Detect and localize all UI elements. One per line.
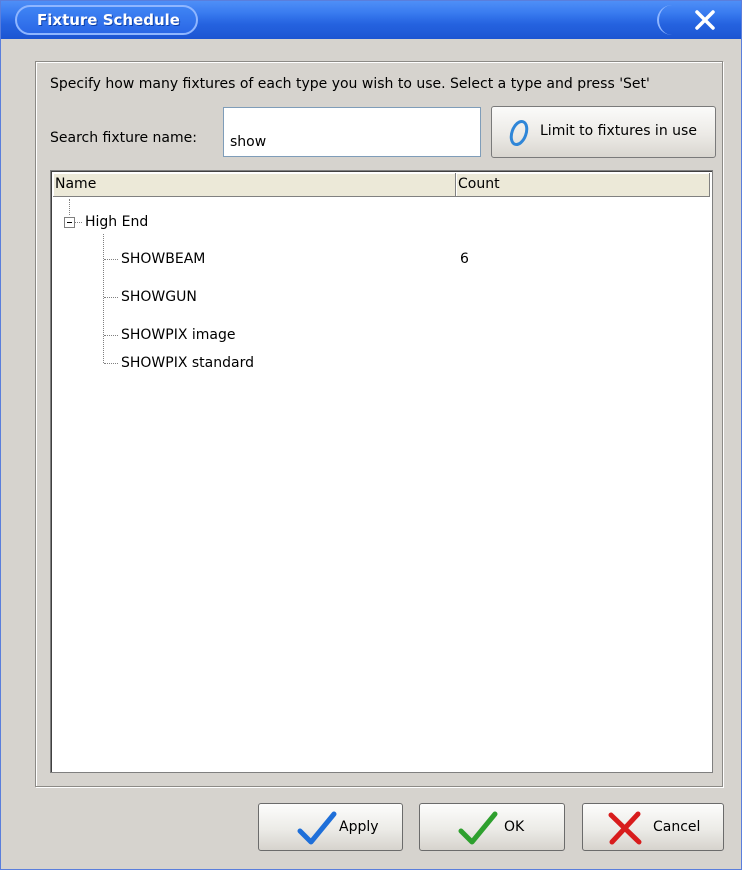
column-header-count[interactable]: Count [456,173,710,197]
instructions-text: Specify how many fixtures of each type y… [50,76,650,92]
cancel-label: Cancel [653,819,701,835]
tree-connector [75,222,82,223]
tree-body: High End SHOWBEAM 6 SHOWGUN SHOWPIX imag… [53,197,710,772]
tree-item[interactable]: SHOWBEAM 6 [53,247,710,271]
cross-icon [608,811,642,845]
close-icon[interactable] [693,8,717,32]
column-header-name[interactable]: Name [53,173,456,197]
fixture-tree[interactable]: Name Count High End SHOWBEAM 6 SHOWGUN S… [50,170,713,773]
tree-item-name: SHOWPIX standard [121,355,254,371]
ok-label: OK [504,819,525,835]
search-input[interactable] [223,107,481,157]
oval-icon [509,119,529,147]
tree-group-high-end[interactable]: High End [85,210,148,234]
fixture-schedule-window: Fixture Schedule Specify how many fixtur… [0,0,742,870]
apply-label: Apply [339,819,379,835]
apply-button[interactable]: Apply [258,803,403,851]
tree-item-name: SHOWGUN [121,289,197,305]
window-title: Fixture Schedule [15,5,198,35]
tree-item-name: SHOWPIX image [121,327,236,343]
tree-item[interactable]: SHOWPIX image [53,323,710,347]
limit-to-fixtures-button[interactable]: Limit to fixtures in use [491,106,716,158]
cancel-button[interactable]: Cancel [582,803,724,851]
limit-button-label: Limit to fixtures in use [540,123,697,139]
search-label: Search fixture name: [50,130,197,146]
tree-header: Name Count [53,173,710,197]
checkmark-icon [458,811,498,845]
tree-item[interactable]: SHOWGUN [53,285,710,309]
fixture-panel: Specify how many fixtures of each type y… [35,61,723,787]
collapse-icon[interactable] [64,217,75,228]
tree-connector [69,199,70,215]
title-bar[interactable]: Fixture Schedule [1,1,741,39]
tree-item-name: SHOWBEAM [121,251,206,267]
tree-item[interactable]: SHOWPIX standard [53,351,710,375]
ok-button[interactable]: OK [419,803,565,851]
checkmark-icon [297,811,337,845]
tree-item-count: 6 [460,251,469,267]
